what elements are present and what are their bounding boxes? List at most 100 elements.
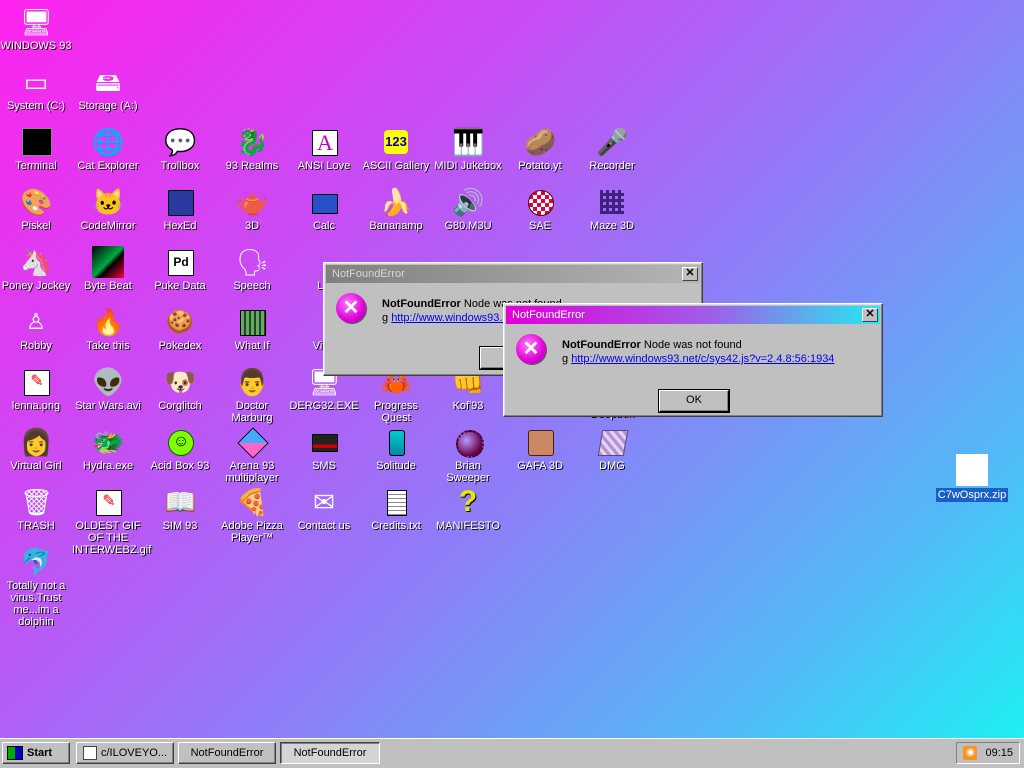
microphone-icon: 🎤 [596, 127, 629, 157]
desktop-icon-storage-a[interactable]: 🖴 Storage (A:) [72, 66, 144, 112]
desktop-icon-calc[interactable]: Calc [288, 186, 360, 232]
maze-icon [596, 186, 628, 218]
desktop-icon-lenna-png[interactable]: ✎ lenna.png [0, 366, 72, 412]
task-button-notfounderror-2[interactable]: NotFoundError [280, 742, 380, 764]
teapot-icon: 🫖 [236, 187, 269, 217]
cube-icon [236, 426, 269, 459]
envelope-icon: ✉ [313, 487, 335, 517]
bottle-icon [380, 426, 412, 458]
palette-icon: 🎨 [20, 187, 53, 217]
dialog-titlebar[interactable]: NotFoundError ✕ [506, 306, 880, 324]
pony-icon: 🦄 [20, 247, 53, 277]
hydra-icon: 🐲 [92, 427, 125, 457]
desktop-icon-sms[interactable]: SMS [288, 426, 360, 472]
desktop-icon-robby[interactable]: ♙ Robby [0, 306, 72, 352]
windows-logo-icon [7, 746, 23, 761]
floppy-drive-icon: 🖴 [94, 67, 122, 97]
desktop-icon-credits-txt[interactable]: Credits.txt [360, 486, 432, 532]
desktop-icon-take-this[interactable]: 🔥 Take this [72, 306, 144, 352]
terminal-icon [20, 126, 52, 158]
desktop-icon-brian-sweeper[interactable]: Brian Sweeper [432, 426, 504, 484]
desktop-icon-virtual-girl[interactable]: 👩 Virtual Girl [0, 426, 72, 472]
hard-drive-icon: ▭ [23, 67, 49, 97]
book-icon: 📖 [164, 487, 197, 517]
desktop-icon-dmg[interactable]: DMG [576, 426, 648, 472]
desktop-icon-3d[interactable]: 🫖 3D [216, 186, 288, 232]
desktop-icon-trollbox[interactable]: 💬 Trollbox [144, 126, 216, 172]
error-name: NotFoundError [382, 298, 461, 310]
close-button[interactable]: ✕ [862, 308, 878, 322]
desktop-icon-trash[interactable]: 🗑 TRASH [0, 486, 72, 532]
desktop-icon-dolphin[interactable]: 🐬 Totally not a virus.Trust me...im a dol… [0, 546, 72, 628]
what-if-icon [236, 306, 268, 338]
desktop-icon-93-realms[interactable]: 🐉 93 Realms [216, 126, 288, 172]
ok-button[interactable]: OK [658, 389, 730, 413]
calculator-icon [308, 186, 340, 218]
desktop-icon-hydra-exe[interactable]: 🐲 Hydra.exe [72, 426, 144, 472]
dialog-titlebar[interactable]: NotFoundError ✕ [326, 265, 700, 283]
desktop-icon-poney-jockey[interactable]: 🦄 Poney Jockey [0, 246, 72, 292]
desktop-icon-puke-data[interactable]: Pd Puke Data [144, 246, 216, 292]
error-icon: ✕ [516, 334, 546, 364]
desktop-icon-what-if[interactable]: What If [216, 306, 288, 352]
task-button-iloveyou[interactable]: c/ILOVEYO... [76, 742, 174, 764]
desktop-icon-star-wars-avi[interactable]: 👽 Star Wars.avi [72, 366, 144, 412]
disk-image-icon [596, 426, 629, 458]
system-tray: ◉ 09:15 [956, 742, 1020, 764]
gif-file-icon: ✎ [92, 486, 124, 518]
error-source-link[interactable]: http://www.windows93.net/c/sys42.js?v=2.… [571, 353, 834, 365]
desktop-icon-solitude[interactable]: Solitude [360, 426, 432, 472]
desktop-icon-gafa-3d[interactable]: GAFA 3D [504, 426, 576, 472]
pd-icon: Pd [164, 246, 196, 278]
doom-face-icon [524, 426, 556, 458]
desktop-icon-midi-jukebox[interactable]: 🎹 MIDI Jukebox [432, 126, 504, 172]
desktop-icon-ascii-gallery[interactable]: 123 ASCII Gallery [360, 126, 432, 172]
stick-figure-icon: ♙ [26, 309, 46, 334]
ansi-letter-icon: A [308, 126, 340, 158]
old-man-icon: 🔥 [92, 307, 125, 337]
desktop-icon-potato-yt[interactable]: 🥔 Potato.yt [504, 126, 576, 172]
task-button-notfounderror-1[interactable]: NotFoundError [178, 742, 276, 764]
desktop-icon-pokedex[interactable]: 🍪 Pokedex [144, 306, 216, 352]
desktop-icon-contact-us[interactable]: ✉ Contact us [288, 486, 360, 532]
speaker-icon: 🔊 [452, 187, 485, 217]
desktop-icon-byte-beat[interactable]: Byte Beat [72, 246, 144, 292]
doctor-icon: 👨 [236, 367, 269, 397]
desktop-icon-codemirror[interactable]: 🐱 CodeMirror [72, 186, 144, 232]
desktop-icon-zip-file[interactable]: C7wOsprx.zip [936, 454, 1008, 502]
banana-icon: 🍌 [380, 187, 413, 217]
desktop-icon-manifesto[interactable]: ? MANIFESTO [432, 485, 504, 533]
desktop-icon-doctor-marburg[interactable]: 👨 Doctor Marburg [216, 366, 288, 424]
desktop-icon-sae[interactable]: SAE [504, 186, 576, 232]
dialog-body: ✕ NotFoundError Node was not found g htt… [504, 324, 882, 413]
dragon-icon: 🐉 [236, 127, 269, 157]
desktop-icon-recorder[interactable]: 🎤 Recorder [576, 126, 648, 172]
desktop-icon-speech[interactable]: 🗣 Speech [216, 246, 288, 292]
desktop-icon-acid-box-93[interactable]: ☺ Acid Box 93 [144, 426, 216, 472]
desktop-icon-bananamp[interactable]: 🍌 Bananamp [360, 186, 432, 232]
desktop-icon-maze-3d[interactable]: Maze 3D [576, 186, 648, 232]
desktop-icon-sim-93[interactable]: 📖 SIM 93 [144, 486, 216, 532]
desktop-icon-system-c[interactable]: ▭ System (C:) [0, 66, 72, 112]
close-button[interactable]: ✕ [682, 267, 698, 281]
question-mark-icon: ? [458, 485, 478, 518]
desktop-icon-corglitch[interactable]: 🐶 Corglitch [144, 366, 216, 412]
desktop-icon-terminal[interactable]: Terminal [0, 126, 72, 172]
desktop-icon-oldest-gif[interactable]: ✎ OLDEST GIF OF THE INTERWEBZ.gif [72, 486, 151, 556]
desktop-icon-adobe-pizza-player[interactable]: 🍕 Adobe Pizza Player™ [216, 486, 288, 544]
rss-icon[interactable]: ◉ [963, 746, 978, 760]
error-dialog-front[interactable]: NotFoundError ✕ ✕ NotFoundError Node was… [503, 303, 883, 417]
pizza-icon: 🍕 [236, 487, 269, 517]
desktop-icon-cat-explorer[interactable]: 🌐 Cat Explorer [72, 126, 144, 172]
desktop-icon-ansi-love[interactable]: A ANSI Love [288, 126, 360, 172]
mine-icon [452, 426, 484, 458]
start-button[interactable]: Start [2, 742, 70, 764]
desktop-icon-windows93[interactable]: 🖥 WINDOWS 93 [0, 6, 72, 52]
desktop-icon-piskel[interactable]: 🎨 Piskel [0, 186, 72, 232]
desktop-icon-g80-m3u[interactable]: 🔊 G80.M3U [432, 186, 504, 232]
desktop-icon-arena-93[interactable]: Arena 93 multiplayer [216, 426, 288, 484]
corgi-icon: 🐶 [164, 367, 197, 397]
globe-cat-icon: 🌐 [92, 127, 125, 157]
face-speech-icon: 🗣 [236, 247, 270, 277]
desktop-icon-hexed[interactable]: HexEd [144, 186, 216, 232]
